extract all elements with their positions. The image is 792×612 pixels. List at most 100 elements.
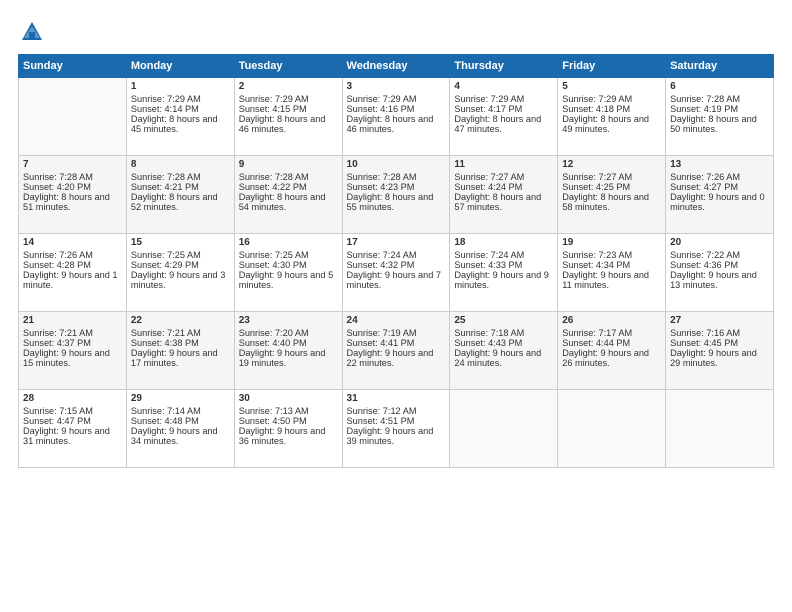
sunrise: Sunrise: 7:29 AM [454, 94, 524, 104]
calendar-cell: 2Sunrise: 7:29 AMSunset: 4:15 PMDaylight… [234, 78, 342, 156]
calendar-cell: 1Sunrise: 7:29 AMSunset: 4:14 PMDaylight… [126, 78, 234, 156]
day-number: 26 [562, 315, 661, 326]
daylight: Daylight: 8 hours and 47 minutes. [454, 114, 541, 134]
sunrise: Sunrise: 7:29 AM [347, 94, 417, 104]
day-number: 7 [23, 159, 122, 170]
header [18, 18, 774, 46]
calendar-cell: 6Sunrise: 7:28 AMSunset: 4:19 PMDaylight… [666, 78, 774, 156]
sunset: Sunset: 4:27 PM [670, 182, 738, 192]
daylight: Daylight: 9 hours and 26 minutes. [562, 348, 649, 368]
daylight: Daylight: 9 hours and 29 minutes. [670, 348, 757, 368]
sunrise: Sunrise: 7:28 AM [131, 172, 201, 182]
calendar-week-row: 1Sunrise: 7:29 AMSunset: 4:14 PMDaylight… [19, 78, 774, 156]
daylight: Daylight: 9 hours and 36 minutes. [239, 426, 326, 446]
calendar-cell: 12 Sunrise: 7:27 AMSunset: 4:25 PMDayligh… [558, 156, 666, 234]
sunrise: Sunrise: 7:20 AM [239, 328, 309, 338]
day-number: 29 [131, 393, 230, 404]
daylight: Daylight: 9 hours and 7 minutes. [347, 270, 442, 290]
day-number: 21 [23, 315, 122, 326]
daylight: Daylight: 9 hours and 19 minutes. [239, 348, 326, 368]
day-number: 24 [347, 315, 446, 326]
sunrise: Sunrise: 7:23 AM [562, 250, 632, 260]
weekday-header: Friday [558, 55, 666, 78]
weekday-header: Thursday [450, 55, 558, 78]
calendar-page: SundayMondayTuesdayWednesdayThursdayFrid… [0, 0, 792, 612]
sunrise: Sunrise: 7:24 AM [454, 250, 524, 260]
day-number: 22 [131, 315, 230, 326]
calendar-cell: 10Sunrise: 7:28 AMSunset: 4:23 PMDayligh… [342, 156, 450, 234]
daylight: Daylight: 9 hours and 1 minute. [23, 270, 118, 290]
sunrise: Sunrise: 7:21 AM [131, 328, 201, 338]
day-number: 2 [239, 81, 338, 92]
sunrise: Sunrise: 7:28 AM [347, 172, 417, 182]
daylight: Daylight: 8 hours and 46 minutes. [347, 114, 434, 134]
sunset: Sunset: 4:44 PM [562, 338, 630, 348]
calendar-cell: 18Sunrise: 7:24 AMSunset: 4:33 PMDayligh… [450, 234, 558, 312]
day-number: 20 [670, 237, 769, 248]
sunset: Sunset: 4:16 PM [347, 104, 415, 114]
sunset: Sunset: 4:32 PM [347, 260, 415, 270]
logo [18, 18, 50, 46]
calendar-cell: 26 Sunrise: 7:17 AMSunset: 4:44 PMDayligh… [558, 312, 666, 390]
sunrise: Sunrise: 7:12 AM [347, 406, 417, 416]
daylight: Daylight: 8 hours and 52 minutes. [131, 192, 218, 212]
day-number: 25 [454, 315, 553, 326]
sunrise: Sunrise: 7:25 AM [239, 250, 309, 260]
calendar-cell: 7Sunrise: 7:28 AMSunset: 4:20 PMDaylight… [19, 156, 127, 234]
sunset: Sunset: 4:41 PM [347, 338, 415, 348]
sunset: Sunset: 4:22 PM [239, 182, 307, 192]
calendar-cell: 25Sunrise: 7:18 AMSunset: 4:43 PMDayligh… [450, 312, 558, 390]
sunset: Sunset: 4:28 PM [23, 260, 91, 270]
day-number: 8 [131, 159, 230, 170]
sunrise: Sunrise: 7:27 AM [454, 172, 524, 182]
daylight: Daylight: 9 hours and 22 minutes. [347, 348, 434, 368]
calendar-week-row: 7Sunrise: 7:28 AMSunset: 4:20 PMDaylight… [19, 156, 774, 234]
sunset: Sunset: 4:36 PM [670, 260, 738, 270]
daylight: Daylight: 8 hours and 49 minutes. [562, 114, 649, 134]
daylight: Daylight: 9 hours and 11 minutes. [562, 270, 649, 290]
day-number: 15 [131, 237, 230, 248]
sunset: Sunset: 4:30 PM [239, 260, 307, 270]
day-number: 31 [347, 393, 446, 404]
calendar-cell: 29Sunrise: 7:14 AMSunset: 4:48 PMDayligh… [126, 390, 234, 468]
sunset: Sunset: 4:25 PM [562, 182, 630, 192]
calendar-cell [558, 390, 666, 468]
calendar-week-row: 28Sunrise: 7:15 AMSunset: 4:47 PMDayligh… [19, 390, 774, 468]
sunset: Sunset: 4:48 PM [131, 416, 199, 426]
sunset: Sunset: 4:17 PM [454, 104, 522, 114]
daylight: Daylight: 9 hours and 39 minutes. [347, 426, 434, 446]
sunset: Sunset: 4:18 PM [562, 104, 630, 114]
weekday-header-row: SundayMondayTuesdayWednesdayThursdayFrid… [19, 55, 774, 78]
day-number: 19 [562, 237, 661, 248]
sunrise: Sunrise: 7:17 AM [562, 328, 632, 338]
calendar-cell: 19Sunrise: 7:23 AMSunset: 4:34 PMDayligh… [558, 234, 666, 312]
sunrise: Sunrise: 7:13 AM [239, 406, 309, 416]
sunrise: Sunrise: 7:28 AM [23, 172, 93, 182]
sunrise: Sunrise: 7:18 AM [454, 328, 524, 338]
daylight: Daylight: 8 hours and 58 minutes. [562, 192, 649, 212]
calendar-cell: 14Sunrise: 7:26 AMSunset: 4:28 PMDayligh… [19, 234, 127, 312]
logo-icon [18, 18, 46, 46]
daylight: Daylight: 9 hours and 13 minutes. [670, 270, 757, 290]
day-number: 11 [454, 159, 553, 170]
calendar-cell [19, 78, 127, 156]
day-number: 3 [347, 81, 446, 92]
day-number: 12 [562, 159, 661, 170]
daylight: Daylight: 9 hours and 17 minutes. [131, 348, 218, 368]
sunrise: Sunrise: 7:27 AM [562, 172, 632, 182]
sunrise: Sunrise: 7:24 AM [347, 250, 417, 260]
daylight: Daylight: 8 hours and 50 minutes. [670, 114, 757, 134]
daylight: Daylight: 8 hours and 57 minutes. [454, 192, 541, 212]
day-number: 4 [454, 81, 553, 92]
calendar-cell: 22 Sunrise: 7:21 AMSunset: 4:38 PMDayligh… [126, 312, 234, 390]
day-number: 14 [23, 237, 122, 248]
sunset: Sunset: 4:50 PM [239, 416, 307, 426]
calendar-cell: 9Sunrise: 7:28 AMSunset: 4:22 PMDaylight… [234, 156, 342, 234]
sunset: Sunset: 4:38 PM [131, 338, 199, 348]
daylight: Daylight: 8 hours and 55 minutes. [347, 192, 434, 212]
sunrise: Sunrise: 7:29 AM [239, 94, 309, 104]
calendar-week-row: 14Sunrise: 7:26 AMSunset: 4:28 PMDayligh… [19, 234, 774, 312]
daylight: Daylight: 9 hours and 34 minutes. [131, 426, 218, 446]
sunset: Sunset: 4:24 PM [454, 182, 522, 192]
day-number: 28 [23, 393, 122, 404]
